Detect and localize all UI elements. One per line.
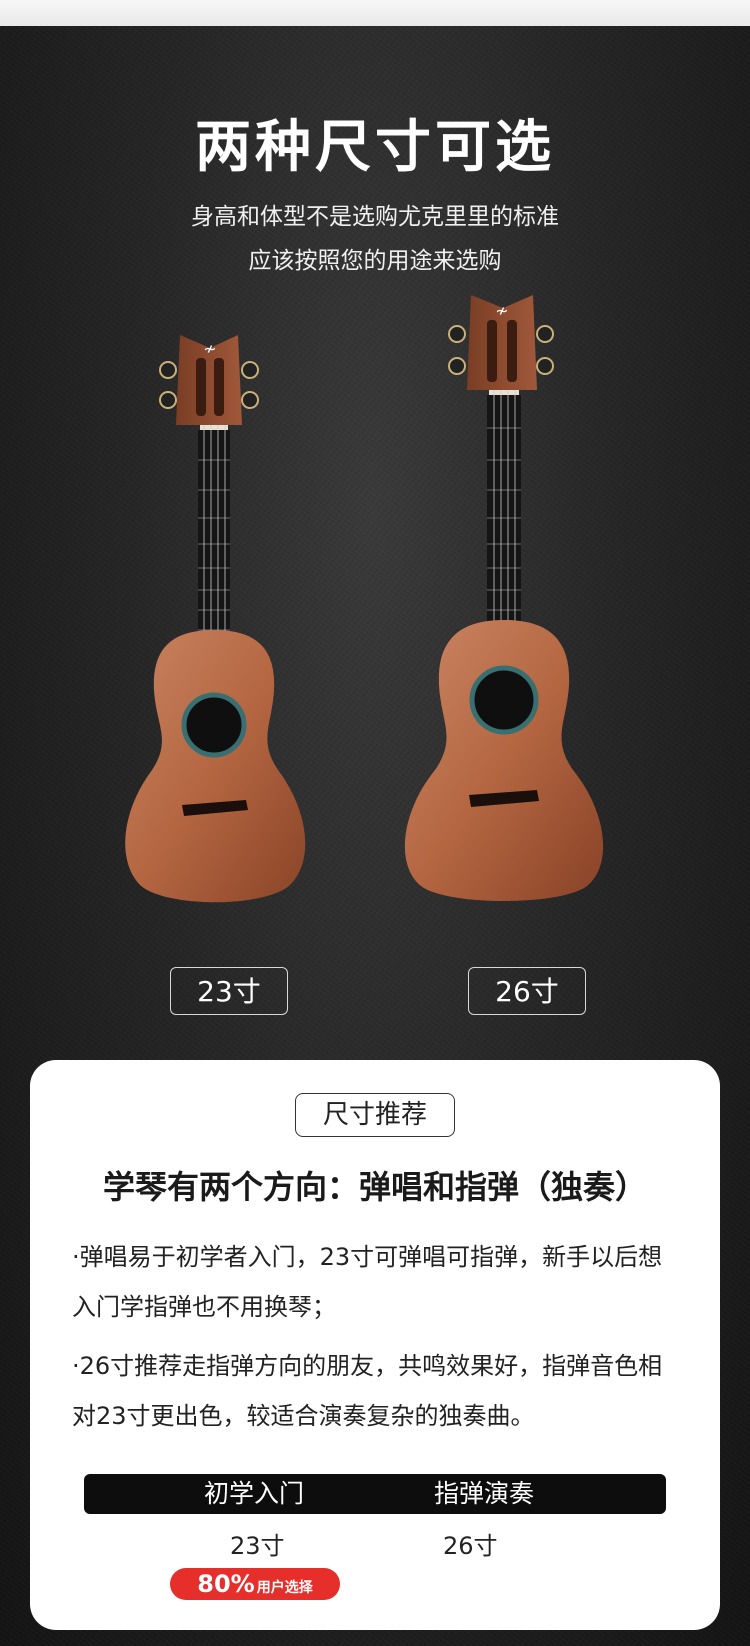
table-header-beginner: 初学入门 [204,1479,305,1508]
recommendation-point-2: ·26寸推荐走指弹方向的朋友，共鸣效果好，指弹音色相对23寸更出色，较适合演奏复… [72,1352,663,1430]
table-header-fingerstyle: 指弹演奏 [434,1479,535,1508]
recommendation-point-1: ·弹唱易于初学者入门，23寸可弹唱可指弹，新手以后想入门学指弹也不用换琴； [72,1243,663,1321]
recommendation-heading: 学琴有两个方向：弹唱和指弹（独奏） [102,1168,647,1206]
recommendation-card: 尺寸推荐 学琴有两个方向：弹唱和指弹（独奏） ·弹唱易于初学者入门，23寸可弹唱… [30,1060,720,1630]
table-cell-fingerstyle-size: 26寸 [443,1532,498,1560]
user-choice-label: 用户选择 [256,1580,313,1596]
size-tag-23: 23寸 [170,967,288,1015]
page-title: 两种尺寸可选 [195,115,555,180]
ukulele-26-image: ≁ [404,295,604,901]
user-choice-percent: 80% [197,1570,255,1598]
size-tag-26: 26寸 [468,967,586,1015]
user-choice-badge: 80% 用户选择 [170,1568,340,1600]
top-strip [0,0,750,26]
ukulele-23-image: ≁ [125,335,306,903]
subtitle-line-1: 身高和体型不是选购尤克里里的标准 [191,204,559,230]
recommendation-badge: 尺寸推荐 [295,1093,455,1137]
table-cell-beginner-size: 23寸 [230,1532,285,1560]
svg-text:≁: ≁ [495,301,508,320]
comparison-table-header: 初学入门 指弹演奏 [84,1474,666,1514]
brand-logo-icon: ≁ [203,339,216,358]
subtitle-line-2: 应该按照您的用途来选购 [248,248,502,274]
